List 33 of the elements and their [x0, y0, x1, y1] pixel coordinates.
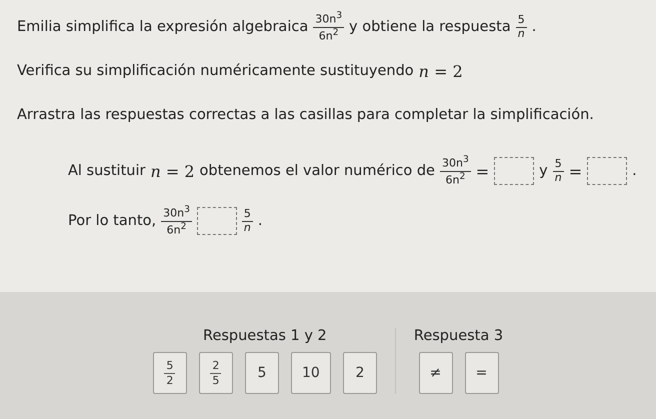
fraction: 30n$^{3}$ 6n$^{2}$ — [313, 11, 344, 43]
answer-tile[interactable]: 5 — [244, 352, 279, 394]
fraction: 30n$^{3}$ 6n$^{2}$ — [161, 205, 192, 237]
instruction-text: Verifica su simplificación numéricamente sustituyendo — [17, 63, 414, 79]
instruction-text: . — [532, 19, 536, 35]
math-expression: = — [568, 162, 582, 180]
fraction: 5 n — [242, 208, 253, 234]
answer-tile[interactable]: 5 2 — [152, 352, 187, 394]
instruction-text: Por lo tanto, — [68, 213, 156, 229]
instruction-text: . — [258, 213, 263, 229]
instruction-text: . — [632, 163, 637, 179]
instruction-text: Arrastra las respuestas correctas a las casillas para completar la simplificación. — [17, 107, 594, 123]
fraction: 5 n — [516, 14, 527, 40]
group-heading: Respuestas 1 y 2 — [203, 328, 327, 344]
drop-box[interactable] — [587, 157, 628, 185]
fraction: 5 n — [552, 158, 564, 184]
instruction-text: obtenemos el valor numérico de — [200, 163, 435, 179]
instruction-text: Emilia simplifica la expresión algebraica — [17, 19, 308, 35]
answer-tile[interactable]: 2 5 — [198, 352, 233, 394]
answer-tile[interactable]: ≠ — [418, 352, 452, 394]
instruction-text: y obtiene la respuesta — [349, 19, 511, 35]
math-expression: n = 2 — [418, 62, 463, 80]
math-expression: = — [476, 162, 490, 180]
instruction-text: Al sustituir — [68, 163, 146, 179]
drop-box[interactable] — [196, 207, 237, 235]
drop-box[interactable] — [494, 157, 534, 185]
fraction: 30n$^{3}$ 6n$^{2}$ — [440, 155, 471, 187]
math-expression: n = 2 — [150, 162, 195, 180]
answer-tile[interactable]: 2 — [342, 352, 377, 394]
group-heading: Respuesta 3 — [414, 328, 504, 344]
answer-tile[interactable]: 10 — [290, 352, 331, 394]
instruction-text: y — [539, 163, 548, 179]
answer-tile[interactable]: = — [464, 352, 498, 394]
